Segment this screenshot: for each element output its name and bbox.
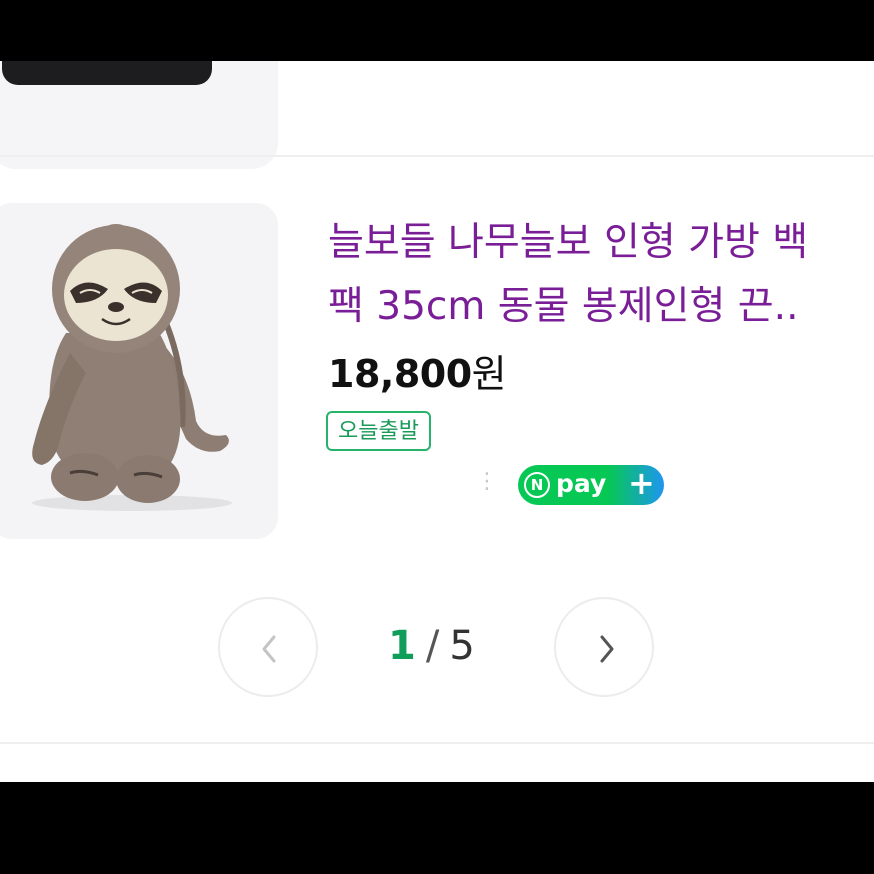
previous-item-thumbnail[interactable] (0, 61, 278, 169)
sloth-plush-icon (32, 224, 232, 511)
product-title-line-2[interactable]: 팩 35cm 동물 봉제인형 끈.. (328, 275, 874, 339)
product-thumbnail[interactable] (0, 203, 278, 539)
plus-icon: + (628, 464, 655, 502)
npay-n-icon: N (524, 472, 550, 498)
item-divider (0, 155, 874, 157)
price-currency: 원 (471, 352, 507, 396)
next-page-button[interactable] (554, 597, 654, 697)
bottom-black-bar (0, 782, 874, 874)
chevron-left-icon (262, 635, 276, 663)
total-pages: 5 (449, 623, 475, 669)
chevron-right-icon (600, 635, 614, 663)
top-black-bar (0, 0, 874, 61)
product-list-panel: 늘보들 나무늘보 인형 가방 백 팩 35cm 동물 봉제인형 끈.. 18,8… (0, 61, 874, 782)
product-title[interactable]: 늘보들 나무늘보 인형 가방 백 팩 35cm 동물 봉제인형 끈.. (328, 211, 874, 339)
black-bag-image (2, 61, 212, 85)
product-title-line-1[interactable]: 늘보들 나무늘보 인형 가방 백 (328, 211, 874, 275)
previous-page-button[interactable] (218, 597, 318, 697)
page-counter: 1/5 (388, 623, 475, 669)
npay-plus-badge: N pay + (518, 464, 664, 505)
product-price: 18,800원 (328, 343, 507, 398)
price-value: 18,800 (328, 352, 472, 396)
same-day-shipping-badge: 오늘출발 (326, 411, 431, 451)
page-separator: / (425, 623, 440, 669)
faded-icon: ⋮ (476, 469, 498, 494)
current-page: 1 (388, 623, 416, 669)
npay-label: pay (556, 469, 607, 498)
section-divider (0, 742, 874, 744)
